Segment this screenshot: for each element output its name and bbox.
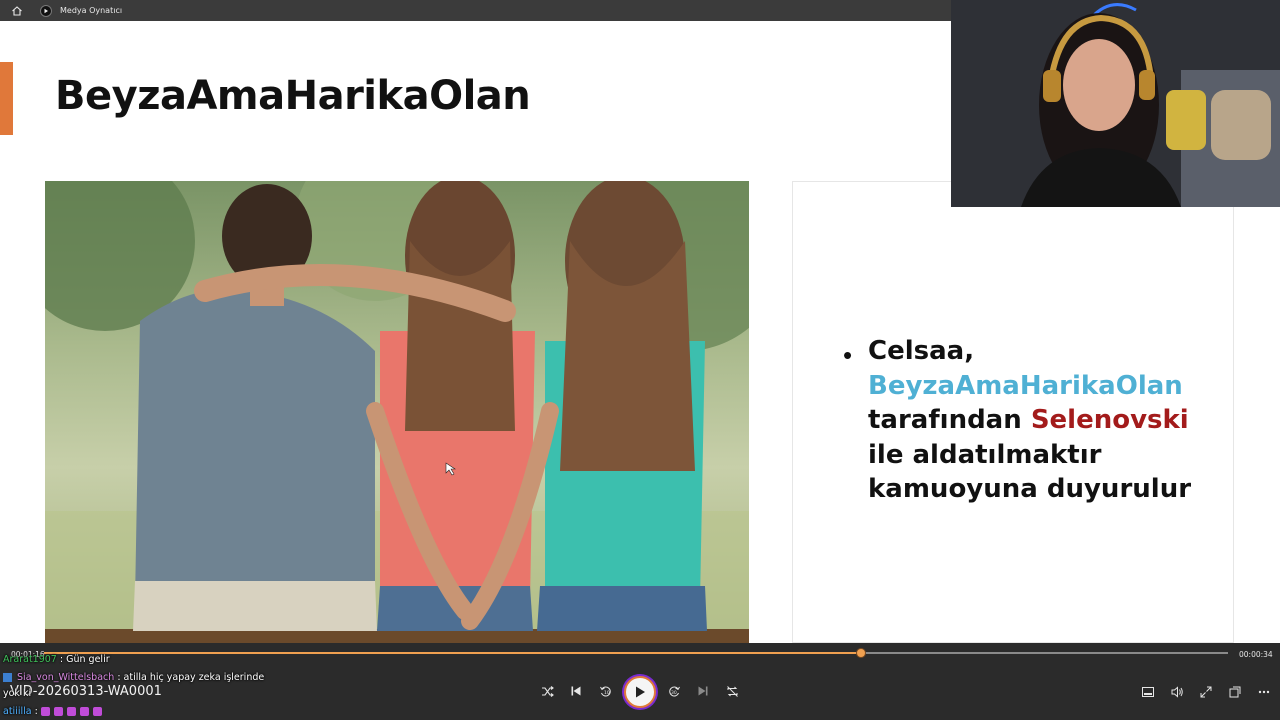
chat-message-continuation: yok ki: [3, 688, 31, 699]
emote-icon: [92, 707, 102, 716]
bullet-text-part4: kamuoyuna duyurulur: [868, 474, 1192, 504]
media-player-app-icon: [40, 4, 52, 17]
chat-message: Sia_von_Wittelsbach : atilla hiç yapay z…: [3, 672, 264, 683]
next-icon[interactable]: [696, 684, 710, 698]
volume-icon[interactable]: [1170, 685, 1184, 699]
shuffle-icon[interactable]: [540, 684, 554, 698]
bullet-text-box: • Celsaa, BeyzaAmaHarikaOlan tarafından …: [792, 181, 1234, 643]
emote-icon: [79, 707, 89, 716]
bullet-text: Celsaa, BeyzaAmaHarikaOlan tarafından Se…: [868, 334, 1218, 507]
svg-text:10: 10: [604, 690, 610, 696]
title-accent-bar: [0, 62, 13, 135]
expand-icon[interactable]: [1199, 685, 1213, 699]
rewind-10-icon[interactable]: 10: [598, 684, 612, 698]
seek-bar-fill: [44, 652, 861, 654]
miniplayer-icon[interactable]: [1141, 685, 1155, 699]
play-icon: [636, 686, 645, 698]
chat-username: atiiilla: [3, 706, 32, 717]
slide-title: BeyzaAmaHarikaOlan: [55, 73, 531, 119]
play-button[interactable]: [624, 676, 656, 708]
seek-bar[interactable]: [44, 648, 1228, 658]
chat-separator: :: [59, 654, 64, 665]
chat-text: Gün gelir: [66, 654, 110, 665]
chat-text: atilla hiç yapay zeka işlerinde: [123, 672, 265, 683]
chat-separator: :: [34, 706, 38, 717]
seek-bar-thumb[interactable]: [855, 648, 866, 658]
chat-message: atiiilla :: [3, 706, 106, 717]
media-player-window: Medya Oynatıcı BeyzaAmaHarikaOlan • Cels…: [0, 0, 1280, 720]
previous-icon[interactable]: [569, 684, 583, 698]
svg-text:30: 30: [671, 690, 677, 696]
bullet-text-part1: Celsaa,: [868, 336, 975, 366]
fullscreen-icon[interactable]: [1228, 685, 1242, 699]
emote-icon: [40, 707, 50, 716]
chat-username: Sia_von_Wittelsbach: [17, 672, 115, 683]
slide-photo: [45, 181, 749, 643]
window-title: Medya Oynatıcı: [60, 6, 123, 15]
chat-separator: :: [117, 672, 121, 683]
repeat-off-icon[interactable]: [725, 684, 739, 698]
media-file-name: VID-20260313-WA0001: [10, 684, 162, 699]
more-icon[interactable]: [1257, 685, 1271, 699]
emote-icon: [66, 707, 76, 716]
chat-text: yok ki: [3, 688, 32, 699]
bullet-name-red: Selenovski: [1030, 405, 1189, 435]
webcam-overlay: [951, 0, 1280, 207]
emote-icon: [53, 707, 63, 716]
bullet-point-icon: •: [843, 340, 853, 370]
bullet-text-part3: ile aldatılmaktır: [868, 439, 1102, 470]
forward-30-icon[interactable]: 30: [667, 684, 681, 698]
chat-username: Ararat1907: [3, 654, 57, 665]
chat-message: Ararat1907 : Gün gelir: [3, 654, 110, 665]
home-icon[interactable]: [10, 4, 24, 18]
bullet-text-part2: tarafından: [868, 405, 1022, 435]
remaining-time: 00:00:34: [1239, 650, 1273, 659]
bullet-name-blue: BeyzaAmaHarikaOlan: [868, 370, 1183, 401]
photo-three-people-from-behind: [45, 181, 749, 643]
chat-badge-icon: [3, 673, 12, 682]
streamer-webcam-image: [951, 0, 1280, 207]
